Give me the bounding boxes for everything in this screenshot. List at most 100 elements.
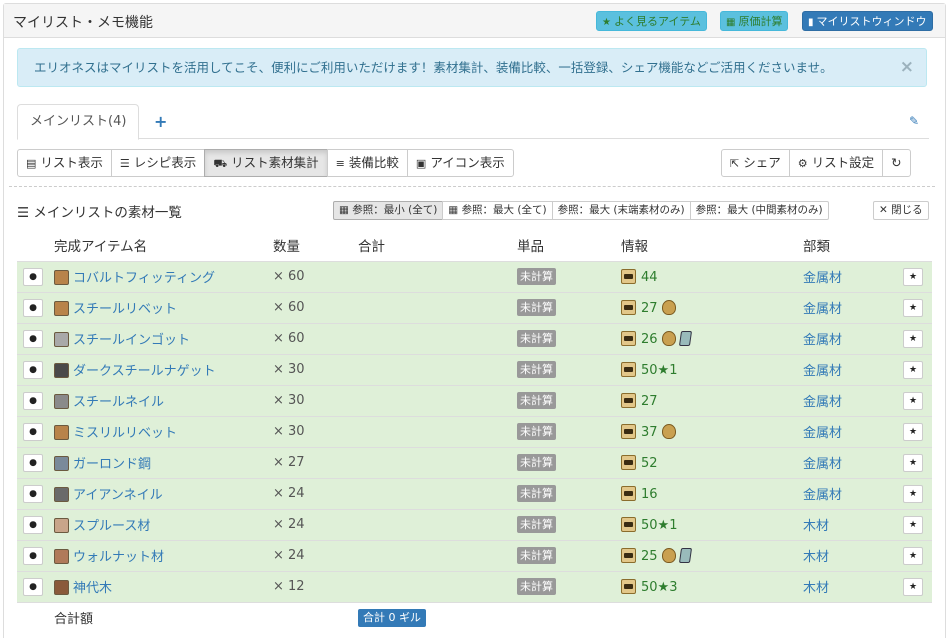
item-name-link[interactable]: ガーロンド鋼 (73, 457, 151, 472)
item-name-link[interactable]: スチールインゴット (73, 333, 190, 348)
category-link[interactable]: 金属材 (803, 364, 842, 379)
item-name-link[interactable]: コバルトフィッティング (73, 271, 215, 286)
job-icon (621, 578, 636, 594)
material-icon (54, 580, 69, 595)
category-link[interactable]: 金属材 (803, 302, 842, 317)
header-total: 合計 (358, 239, 385, 256)
edit-icon[interactable]: ✎ (909, 114, 919, 128)
star-icon[interactable]: ★ (903, 422, 923, 441)
list-settings-label: リスト設定 (811, 155, 875, 170)
category-link[interactable]: 木材 (803, 550, 829, 565)
category-link[interactable]: 金属材 (803, 333, 842, 348)
align-icon: ≡ (335, 157, 345, 170)
item-qty: × 24 (273, 508, 358, 540)
item-name-link[interactable]: スチールリベット (73, 302, 177, 317)
tag-icon[interactable]: ● (23, 577, 43, 596)
item-level: 26 (641, 331, 658, 347)
icon-view-button[interactable]: ▣ アイコン表示 (406, 149, 514, 177)
refresh-button[interactable]: ↻ (882, 149, 911, 177)
table-row: ● スチールリベット × 60 未計算 27 金属材 ★ (17, 291, 932, 323)
item-level: 16 (641, 486, 658, 502)
recipe-view-button[interactable]: ☰ レシピ表示 (110, 149, 206, 177)
ref-max-all-button[interactable]: ▦ 参照：最大 (全て) (442, 201, 553, 220)
item-level: 25 (641, 548, 658, 564)
cost-calc-button[interactable]: ▦ 原価計算 (720, 11, 789, 31)
star-icon[interactable]: ★ (903, 298, 923, 317)
job-icon (621, 268, 636, 284)
star-icon[interactable]: ★ (903, 329, 923, 348)
item-name-link[interactable]: ミスリルリベット (73, 426, 177, 441)
tag-icon[interactable]: ● (23, 329, 43, 348)
unit-badge: 未計算 (517, 330, 556, 347)
share-label: シェア (743, 155, 781, 170)
ref-min-all-label: 参照：最小 (全て) (352, 204, 438, 216)
star-icon[interactable]: ★ (903, 577, 923, 596)
job-icon (621, 299, 636, 315)
unit-badge: 未計算 (517, 485, 556, 502)
item-level: 50★1 (641, 517, 678, 533)
tag-icon[interactable]: ● (23, 267, 43, 286)
equip-compare-button[interactable]: ≡ 装備比較 (326, 149, 408, 177)
material-total-button[interactable]: ⛟ リスト素材集計 (204, 149, 328, 177)
item-level: 44 (641, 269, 658, 285)
star-icon[interactable]: ★ (903, 453, 923, 472)
star-icon[interactable]: ★ (903, 546, 923, 565)
tag-icon[interactable]: ● (23, 298, 43, 317)
tag-icon[interactable]: ● (23, 546, 43, 565)
star-icon[interactable]: ★ (903, 267, 923, 286)
table-row: ● ダークスチールナゲット × 30 未計算 50★1 金属材 ★ (17, 353, 932, 385)
item-name-link[interactable]: ウォルナット材 (73, 550, 164, 565)
category-link[interactable]: 金属材 (803, 457, 842, 472)
favorites-button[interactable]: ★ よく見るアイテム (596, 11, 707, 31)
ref-max-mid-button[interactable]: 参照：最大 (中間素材のみ) (689, 201, 829, 220)
tag-icon[interactable]: ● (23, 391, 43, 410)
tag-icon[interactable]: ● (23, 484, 43, 503)
item-level: 52 (641, 455, 658, 471)
tab-main-list[interactable]: メインリスト(4) (17, 104, 140, 140)
star-icon[interactable]: ★ (903, 391, 923, 410)
item-name-link[interactable]: アイアンネイル (73, 488, 163, 503)
tag-icon[interactable]: ● (23, 360, 43, 379)
star-icon[interactable]: ★ (903, 360, 923, 379)
category-link[interactable]: 金属材 (803, 395, 842, 410)
header-category: 部類 (803, 239, 830, 256)
tag-icon[interactable]: ● (23, 515, 43, 534)
category-link[interactable]: 金属材 (803, 426, 842, 441)
material-icon (54, 394, 69, 409)
item-name-link[interactable]: スチールネイル (73, 395, 164, 410)
picture-icon: ▣ (415, 157, 427, 170)
header-info: 情報 (621, 239, 648, 256)
close-section-button[interactable]: ✕ 閉じる (873, 201, 929, 220)
star-icon[interactable]: ★ (903, 484, 923, 503)
item-name-link[interactable]: スプルース材 (73, 519, 150, 534)
list-settings-button[interactable]: ⚙ リスト設定 (788, 149, 884, 177)
close-icon[interactable]: × (900, 49, 914, 86)
star-icon[interactable]: ★ (903, 515, 923, 534)
ref-min-all-button[interactable]: ▦ 参照：最小 (全て) (333, 201, 444, 220)
list-view-button[interactable]: ▤ リスト表示 (17, 149, 112, 177)
equip-compare-label: 装備比較 (348, 155, 399, 170)
job-icon (621, 392, 636, 408)
tag-icon[interactable]: ● (23, 422, 43, 441)
category-link[interactable]: 木材 (803, 581, 829, 596)
mylist-window-button[interactable]: ▮ マイリストウィンドウ (802, 11, 933, 31)
category-link[interactable]: 金属材 (803, 271, 842, 286)
unit-badge: 未計算 (517, 423, 556, 440)
item-level: 27 (641, 393, 658, 409)
tag-icon[interactable]: ● (23, 453, 43, 472)
table-row: ● ウォルナット材 × 24 未計算 25 木材 ★ (17, 539, 932, 571)
category-link[interactable]: 金属材 (803, 488, 842, 503)
favorites-label: よく見るアイテム (613, 15, 701, 28)
page-title: マイリスト・メモ機能 (13, 15, 153, 31)
item-name-link[interactable]: 神代木 (73, 581, 112, 596)
category-link[interactable]: 木材 (803, 519, 829, 534)
list-view-label: リスト表示 (40, 155, 103, 170)
ref-max-leaf-button[interactable]: 参照：最大 (末端素材のみ) (551, 201, 691, 220)
cost-calc-label: 原価計算 (738, 15, 783, 28)
add-list-button[interactable]: + (154, 112, 167, 131)
gil-bag-icon (661, 330, 676, 346)
action-button-group: ⇱ シェア ⚙ リスト設定 ↻ (721, 149, 911, 177)
reference-button-group: ▦ 参照：最小 (全て) ▦ 参照：最大 (全て) 参照：最大 (末端素材のみ)… (333, 201, 829, 220)
item-name-link[interactable]: ダークスチールナゲット (73, 364, 216, 379)
share-button[interactable]: ⇱ シェア (721, 149, 790, 177)
